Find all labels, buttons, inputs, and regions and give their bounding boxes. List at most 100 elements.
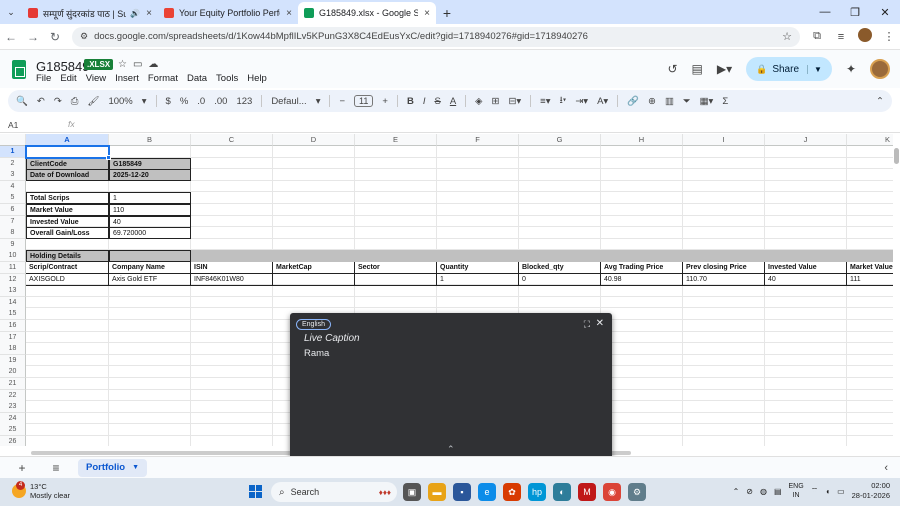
row-header-5[interactable]: 5 bbox=[0, 192, 26, 205]
row-header-21[interactable]: 21 bbox=[0, 378, 26, 390]
taskbar-search[interactable]: ⌕ Search ♦♦♦ bbox=[271, 482, 397, 502]
row-header-3[interactable]: 3 bbox=[0, 169, 26, 182]
volume-icon[interactable]: ◖ bbox=[825, 487, 830, 496]
row-header-12[interactable]: 12 bbox=[0, 273, 26, 286]
cell-j11[interactable]: Invested Value bbox=[765, 262, 847, 274]
history-icon[interactable]: ↺ bbox=[667, 62, 677, 76]
cell-a8[interactable]: Overall Gain/Loss bbox=[26, 227, 109, 240]
profile-icon[interactable] bbox=[856, 28, 874, 45]
browser-tab-sunderkand[interactable]: सम्पूर्ण सुंदरकांड पाठ | Sunde 🔊 × bbox=[22, 2, 158, 24]
column-header-i[interactable]: I bbox=[683, 134, 765, 146]
cell-a2[interactable]: ClientCode bbox=[26, 157, 109, 170]
filter-views-icon[interactable]: ▦▾ bbox=[700, 96, 714, 107]
cell-b11[interactable]: Company Name bbox=[109, 262, 191, 274]
input-language[interactable]: ENG IN bbox=[789, 482, 804, 500]
sheet-tab-portfolio[interactable]: Portfolio ▼ bbox=[78, 458, 147, 477]
windows-start-icon[interactable] bbox=[249, 485, 262, 498]
row-header-19[interactable]: 19 bbox=[0, 354, 26, 367]
merge-cells-icon[interactable]: ⊟▾ bbox=[508, 96, 521, 107]
browser-tab-sheets[interactable]: G185849.xlsx - Google Sheets × bbox=[298, 2, 436, 24]
app-tray-icon[interactable]: ◍ bbox=[760, 487, 767, 496]
cell-g11[interactable]: Blocked_qty bbox=[519, 262, 601, 274]
tab-search-icon[interactable]: ⌄ bbox=[0, 0, 22, 24]
cell-b8[interactable]: 69.720000 bbox=[109, 227, 191, 240]
row-header-11[interactable]: 11 bbox=[0, 262, 26, 274]
row-header-17[interactable]: 17 bbox=[0, 331, 26, 344]
speaker-icon[interactable]: 🔊 bbox=[130, 9, 140, 18]
app-icon[interactable]: ◐ bbox=[553, 483, 571, 501]
row-header-6[interactable]: 6 bbox=[0, 204, 26, 216]
account-avatar[interactable] bbox=[870, 59, 890, 79]
strikethrough-button[interactable]: S bbox=[434, 96, 440, 107]
caption-language-chip[interactable]: English bbox=[296, 319, 331, 330]
menu-format[interactable]: Format bbox=[148, 73, 178, 84]
cell-a7[interactable]: Invested Value bbox=[26, 215, 109, 228]
row-header-24[interactable]: 24 bbox=[0, 412, 26, 425]
cell-d11[interactable]: MarketCap bbox=[273, 262, 355, 274]
italic-button[interactable]: I bbox=[423, 96, 426, 107]
task-view-icon[interactable]: ▣ bbox=[403, 483, 421, 501]
cloud-status-icon[interactable]: ☁ bbox=[148, 59, 158, 70]
cell-k12[interactable]: 111 bbox=[847, 274, 893, 286]
cell-a10[interactable]: Holding Details bbox=[26, 250, 109, 263]
cell-e12[interactable] bbox=[355, 273, 437, 286]
cell-a6[interactable]: Market Value bbox=[26, 204, 109, 216]
vertical-scrollbar[interactable] bbox=[893, 134, 900, 454]
close-tab-icon[interactable]: × bbox=[146, 8, 152, 19]
filter-icon[interactable]: ⏷ bbox=[683, 96, 691, 107]
expand-icon[interactable]: ⛶ bbox=[584, 319, 590, 330]
close-icon[interactable]: ✕ bbox=[596, 318, 604, 329]
insert-link-icon[interactable]: 🔗 bbox=[627, 96, 639, 107]
weather-widget[interactable]: 4 13°C Mostly clear bbox=[12, 481, 70, 500]
row-header-9[interactable]: 9 bbox=[0, 238, 26, 251]
functions-button[interactable]: Σ bbox=[722, 96, 728, 107]
row-header-13[interactable]: 13 bbox=[0, 285, 26, 298]
cell-e11[interactable]: Sector bbox=[355, 262, 437, 274]
row-header-25[interactable]: 25 bbox=[0, 424, 26, 437]
document-title[interactable]: G185849 bbox=[36, 59, 90, 74]
zoom-select[interactable]: 100% bbox=[108, 96, 132, 107]
cell-a3[interactable]: Date of Download bbox=[26, 169, 109, 182]
fill-color-icon[interactable]: ◈ bbox=[475, 96, 482, 107]
select-all-corner[interactable] bbox=[0, 134, 26, 146]
menu-data[interactable]: Data bbox=[187, 73, 207, 84]
row-header-26[interactable]: 26 bbox=[0, 436, 26, 446]
undo-icon[interactable]: ↶ bbox=[37, 96, 45, 107]
menu-tools[interactable]: Tools bbox=[216, 73, 238, 84]
menu-file[interactable]: File bbox=[36, 73, 51, 84]
site-info-icon[interactable]: ⚙ bbox=[80, 31, 88, 42]
row-header-16[interactable]: 16 bbox=[0, 320, 26, 332]
reload-icon[interactable]: ↻ bbox=[44, 30, 66, 44]
bold-button[interactable]: B bbox=[407, 96, 414, 107]
hp-icon[interactable]: hp bbox=[528, 483, 546, 501]
text-rotation-icon[interactable]: A▾ bbox=[597, 96, 608, 107]
close-tab-icon[interactable]: × bbox=[424, 8, 430, 19]
column-header-c[interactable]: C bbox=[191, 134, 273, 146]
menu-insert[interactable]: Insert bbox=[115, 73, 139, 84]
gemini-icon[interactable]: ✦ bbox=[846, 62, 856, 76]
print-icon[interactable]: ⎙ bbox=[71, 96, 79, 107]
column-header-d[interactable]: D bbox=[273, 134, 355, 146]
font-select[interactable]: Defaul... bbox=[271, 96, 306, 107]
minimize-icon[interactable]: — bbox=[810, 6, 840, 18]
close-tab-icon[interactable]: × bbox=[286, 8, 292, 19]
chrome-icon[interactable]: ◉ bbox=[603, 483, 621, 501]
row-header-14[interactable]: 14 bbox=[0, 296, 26, 309]
edge-icon[interactable]: e bbox=[478, 483, 496, 501]
move-folder-icon[interactable]: ▭ bbox=[133, 59, 142, 70]
cell-d12[interactable] bbox=[273, 273, 355, 286]
row-header-2[interactable]: 2 bbox=[0, 157, 26, 170]
cell-i11[interactable]: Prev closing Price bbox=[683, 262, 765, 274]
column-header-h[interactable]: H bbox=[601, 134, 683, 146]
row-header-10[interactable]: 10 bbox=[0, 250, 26, 263]
name-box[interactable]: A1 bbox=[8, 120, 18, 130]
copilot-icon[interactable]: ✿ bbox=[503, 483, 521, 501]
row-header-4[interactable]: 4 bbox=[0, 180, 26, 193]
cell-b12[interactable]: Axis Gold ETF bbox=[109, 273, 191, 286]
clock[interactable]: 02:00 28-01-2026 bbox=[852, 481, 890, 501]
file-explorer-icon[interactable]: ▬ bbox=[428, 483, 446, 501]
chevron-up-icon[interactable]: ⌃ bbox=[447, 444, 455, 455]
column-header-b[interactable]: B bbox=[109, 134, 191, 146]
side-panel-toggle-icon[interactable]: ‹ bbox=[884, 462, 888, 474]
url-omnibox[interactable]: ⚙ docs.google.com/spreadsheets/d/1Kow44b… bbox=[72, 26, 800, 47]
